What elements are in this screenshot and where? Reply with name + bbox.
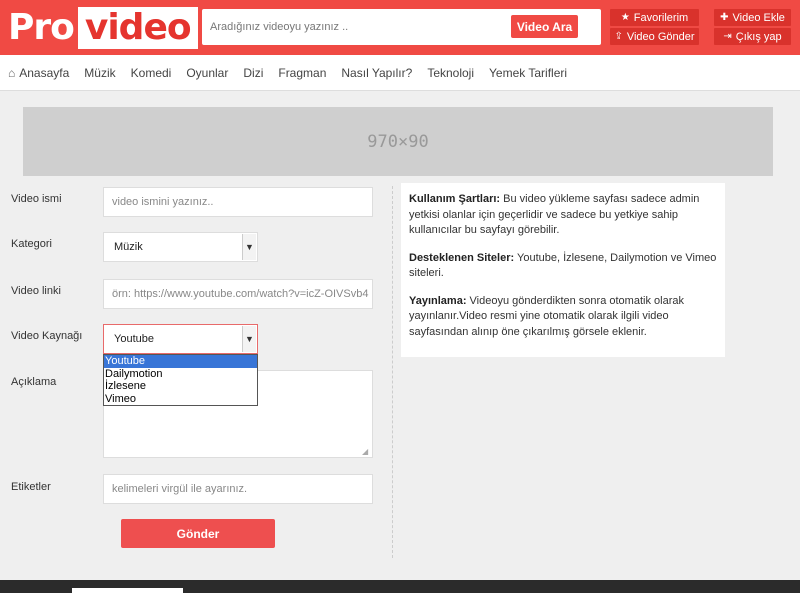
add-video-button[interactable]: ✚ Video Ekle (714, 9, 791, 26)
category-selected: Müzik (114, 241, 143, 253)
dropdown-option-izlesene[interactable]: İzlesene (104, 380, 257, 393)
favorites-label: Favorilerim (633, 11, 689, 24)
info-panel: Kullanım Şartları: Bu video yükleme sayf… (401, 183, 725, 357)
logout-button[interactable]: ⇥ Çıkış yap (714, 28, 791, 45)
video-link-input[interactable] (103, 279, 373, 309)
video-source-label: Video Kaynağı (11, 330, 83, 342)
logo-pro: Pro (8, 7, 75, 48)
video-link-label: Video linki (11, 285, 61, 297)
description-label: Açıklama (11, 376, 57, 388)
dropdown-option-youtube[interactable]: Youtube (104, 355, 257, 368)
chevron-down-icon: ▼ (242, 234, 256, 260)
logo-video: video (77, 7, 198, 49)
nav-item-trailer[interactable]: Fragman (278, 66, 326, 80)
nav-item-recipes[interactable]: Yemek Tarifleri (489, 66, 567, 80)
dropdown-option-dailymotion[interactable]: Dailymotion (104, 368, 257, 381)
footer-tab (72, 588, 183, 593)
submit-button[interactable]: Gönder (121, 519, 275, 548)
nav-item-music[interactable]: Müzik (84, 66, 115, 80)
video-send-label: Video Gönder (626, 30, 695, 43)
star-icon: ★ (620, 12, 630, 23)
info-terms: Kullanım Şartları: Bu video yükleme sayf… (409, 193, 700, 236)
logout-icon: ⇥ (723, 31, 732, 42)
home-icon: ⌂ (8, 65, 16, 80)
video-source-dropdown: Youtube Dailymotion İzlesene Vimeo (103, 354, 258, 406)
info-publishing: Yayınlama: Videoyu gönderdikten sonra ot… (409, 294, 684, 338)
upload-icon: ⇪ (614, 31, 623, 42)
add-video-label: Video Ekle (732, 11, 785, 24)
video-source-selected: Youtube (114, 333, 154, 345)
nav-item-series[interactable]: Dizi (243, 66, 263, 80)
ad-banner: 970×90 (23, 107, 773, 176)
favorites-button[interactable]: ★ Favorilerim (610, 9, 699, 26)
nav-item-home[interactable]: ⌂ Anasayfa (8, 66, 69, 80)
search-bar: Video Ara (202, 9, 601, 45)
search-button[interactable]: Video Ara (511, 15, 578, 38)
video-source-select[interactable]: Youtube ▼ (103, 324, 258, 354)
nav-item-howto[interactable]: Nasıl Yapılır? (341, 66, 412, 80)
logout-label: Çıkış yap (735, 30, 782, 43)
site-logo[interactable]: Pro video (5, 7, 198, 49)
main-nav: ⌂ Anasayfa Müzik Komedi Oyunlar Dizi Fra… (0, 55, 800, 91)
nav-item-games[interactable]: Oyunlar (186, 66, 228, 80)
video-name-input[interactable] (103, 187, 373, 217)
info-supported: Desteklenen Siteler: Youtube, İzlesene, … (409, 251, 717, 280)
plus-icon: ✚ (720, 12, 729, 23)
site-header: Pro video Video Ara ★ Favorilerim ⇪ Vide… (0, 0, 800, 55)
tags-input[interactable] (103, 474, 373, 504)
tags-label: Etiketler (11, 481, 51, 493)
nav-item-comedy[interactable]: Komedi (131, 66, 172, 80)
search-input[interactable] (210, 9, 500, 45)
video-name-label: Video ismi (11, 193, 62, 205)
category-label: Kategori (11, 238, 52, 250)
category-select[interactable]: Müzik ▼ (103, 232, 258, 262)
resize-grip-icon[interactable]: ◢ (362, 448, 370, 456)
column-divider (392, 186, 393, 558)
nav-item-technology[interactable]: Teknoloji (427, 66, 474, 80)
video-send-button[interactable]: ⇪ Video Gönder (610, 28, 699, 45)
dropdown-option-vimeo[interactable]: Vimeo (104, 393, 257, 406)
chevron-down-icon: ▼ (242, 326, 256, 352)
